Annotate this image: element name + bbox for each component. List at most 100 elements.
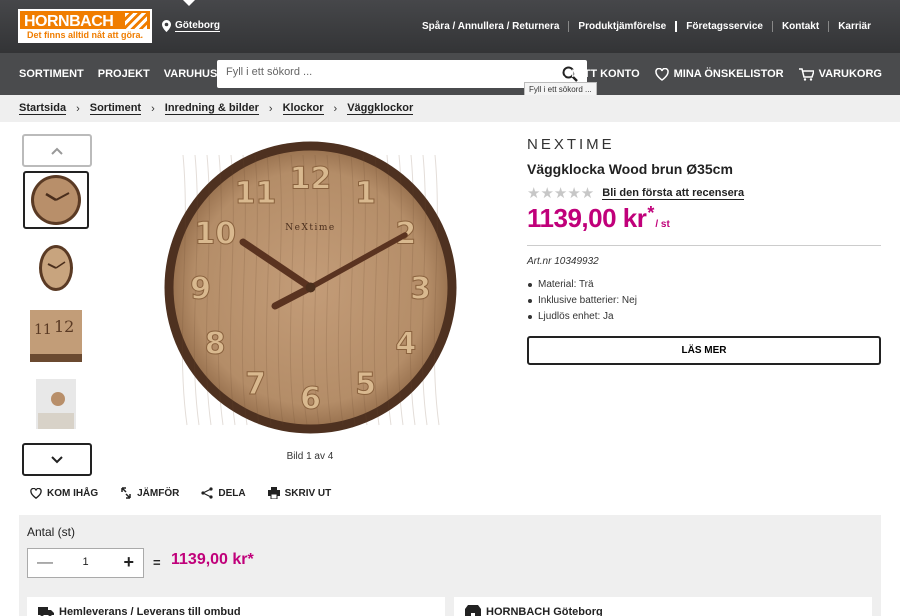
clock-brand-text: NeXtime — [285, 223, 335, 233]
chevron-right-icon: › — [333, 102, 338, 115]
main-nav: SORTIMENT PROJEKT VARUHUSINFO MITT KONTO… — [0, 53, 900, 95]
product-main-image[interactable]: 121234567891011 NeXtime — [163, 140, 458, 435]
thumbnail-1[interactable] — [23, 171, 89, 229]
share-icon — [201, 487, 213, 499]
price-amount: 1139,00 kr — [527, 203, 647, 233]
thumb-up-button[interactable] — [22, 134, 92, 167]
home-delivery-card[interactable]: Hemleverans / Leverans till ombud — [27, 597, 445, 616]
top-link-compare[interactable]: Produktjämförelse — [568, 21, 675, 32]
print-label: SKRIV UT — [284, 487, 332, 499]
heart-icon — [30, 487, 42, 499]
chevron-down-icon — [51, 455, 63, 463]
crumb-startsida[interactable]: Startsida — [19, 102, 67, 115]
home-delivery-title: Hemleverans / Leverans till ombud — [59, 606, 241, 616]
clock-numeral: 9 — [190, 272, 211, 307]
feature-material: Material: Trä — [528, 279, 637, 290]
feature-silent: Ljudlös enhet: Ja — [528, 311, 637, 322]
clock-numeral: 7 — [245, 367, 266, 402]
clock-numeral: 6 — [300, 382, 321, 417]
cart-label: VARUKORG — [818, 68, 882, 80]
thumbnail-strip: 11 12 — [22, 134, 92, 476]
product-title: Väggklocka Wood brun Ø35cm — [527, 161, 733, 177]
clock-numeral: 10 — [194, 217, 236, 252]
nav-projekt[interactable]: PROJEKT — [98, 68, 150, 80]
location-pin-icon — [162, 20, 171, 32]
top-link-track[interactable]: Spåra / Annullera / Returnera — [413, 21, 568, 32]
remember-label: KOM IHÅG — [47, 487, 99, 499]
thumb-clock-room-image — [36, 379, 76, 429]
compare-icon — [121, 487, 131, 499]
logo-stripes-icon — [125, 13, 147, 30]
write-review-link[interactable]: Bli den första att recensera — [602, 187, 745, 200]
equals-sign: = — [153, 555, 161, 570]
thumb-clock-detail-image: 11 12 — [30, 310, 82, 362]
logo-slogan: Det finns alltid nåt att göra. — [20, 29, 150, 41]
store-selector[interactable]: Göteborg — [162, 20, 220, 32]
store-icon — [465, 605, 481, 616]
top-link-business[interactable]: Företagsservice — [675, 21, 772, 32]
breadcrumb: Startsida › Sortiment › Inredning & bild… — [19, 102, 414, 115]
clock-numeral: 12 — [290, 162, 332, 197]
quantity-stepper: — 1 + — [27, 548, 144, 578]
compare-label: JÄMFÖR — [137, 487, 180, 499]
store-pickup-title: HORNBACH Göteborg — [486, 606, 603, 616]
rating-stars: ★★★★★ — [527, 185, 595, 202]
clock-center — [305, 282, 316, 293]
heart-icon — [654, 67, 669, 81]
clock-numeral: 3 — [410, 272, 431, 307]
thumbnail-2[interactable] — [23, 239, 89, 297]
thumb-clock-image — [31, 175, 81, 225]
top-link-career[interactable]: Karriär — [828, 21, 880, 32]
crumb-sortiment[interactable]: Sortiment — [89, 102, 142, 115]
top-links: Spåra / Annullera / Returnera Produktjäm… — [413, 21, 880, 32]
store-pointer — [183, 0, 195, 6]
brand-logo[interactable]: NEXTIME — [527, 136, 615, 153]
store-pickup-card[interactable]: HORNBACH Göteborg — [454, 597, 872, 616]
my-account-link[interactable]: MITT KONTO — [552, 67, 640, 81]
chevron-up-icon — [51, 147, 63, 155]
clock-numeral: 5 — [355, 367, 376, 402]
hornbach-logo[interactable]: HORNBACH Det finns alltid nåt att göra. — [18, 9, 152, 43]
crumb-inredning[interactable]: Inredning & bilder — [164, 102, 259, 115]
thumb-down-button[interactable] — [22, 443, 92, 476]
svg-text:11: 11 — [34, 322, 52, 338]
remember-button[interactable]: KOM IHÅG — [30, 487, 98, 499]
printer-icon — [267, 487, 280, 499]
cart-link[interactable]: VARUKORG — [798, 67, 882, 81]
price-asterisk: * — [647, 203, 655, 223]
thumb-clock-side-image — [39, 245, 73, 291]
clock-numeral: 1 — [355, 176, 376, 211]
svg-text:12: 12 — [54, 317, 74, 336]
chevron-right-icon: › — [268, 102, 273, 115]
image-counter: Bild 1 av 4 — [286, 451, 334, 462]
feature-batteries: Inklusive batterier: Nej — [528, 295, 637, 306]
compare-button[interactable]: JÄMFÖR — [120, 487, 179, 499]
read-more-button[interactable]: LÄS MER — [527, 336, 881, 365]
article-number: Art.nr 10349932 — [527, 256, 599, 267]
clock-numeral: 11 — [235, 176, 277, 211]
print-button[interactable]: SKRIV UT — [267, 487, 332, 499]
nav-sortiment[interactable]: SORTIMENT — [19, 68, 84, 80]
total-price: 1139,00 kr* — [171, 551, 254, 568]
my-account-label: MITT KONTO — [571, 68, 640, 80]
top-link-contact[interactable]: Kontakt — [771, 21, 828, 32]
crumb-klockor[interactable]: Klockor — [282, 102, 324, 115]
share-button[interactable]: DELA — [201, 487, 246, 499]
action-bar: KOM IHÅG JÄMFÖR DELA SKRIV UT — [30, 487, 331, 499]
price-unit: / st — [655, 219, 670, 230]
top-bar: HORNBACH Det finns alltid nåt att göra. … — [0, 0, 900, 53]
quantity-label: Antal (st) — [27, 525, 76, 539]
wishlist-link[interactable]: MINA ÖNSKELISTOR — [654, 67, 784, 81]
store-name: Göteborg — [175, 20, 220, 32]
cart-icon — [798, 67, 814, 81]
rating-row: ★★★★★ Bli den första att recensera — [527, 184, 745, 202]
increase-button[interactable]: + — [123, 552, 134, 573]
thumbnail-4[interactable] — [23, 375, 89, 433]
search-input[interactable] — [226, 66, 546, 78]
divider — [527, 245, 881, 246]
feature-list: Material: Trä Inklusive batterier: Nej L… — [528, 279, 637, 327]
wishlist-label: MINA ÖNSKELISTOR — [673, 68, 784, 80]
crumb-vaggklockor[interactable]: Väggklockor — [347, 102, 414, 115]
thumbnail-3[interactable]: 11 12 — [23, 307, 89, 365]
clock-numeral: 4 — [395, 327, 416, 362]
